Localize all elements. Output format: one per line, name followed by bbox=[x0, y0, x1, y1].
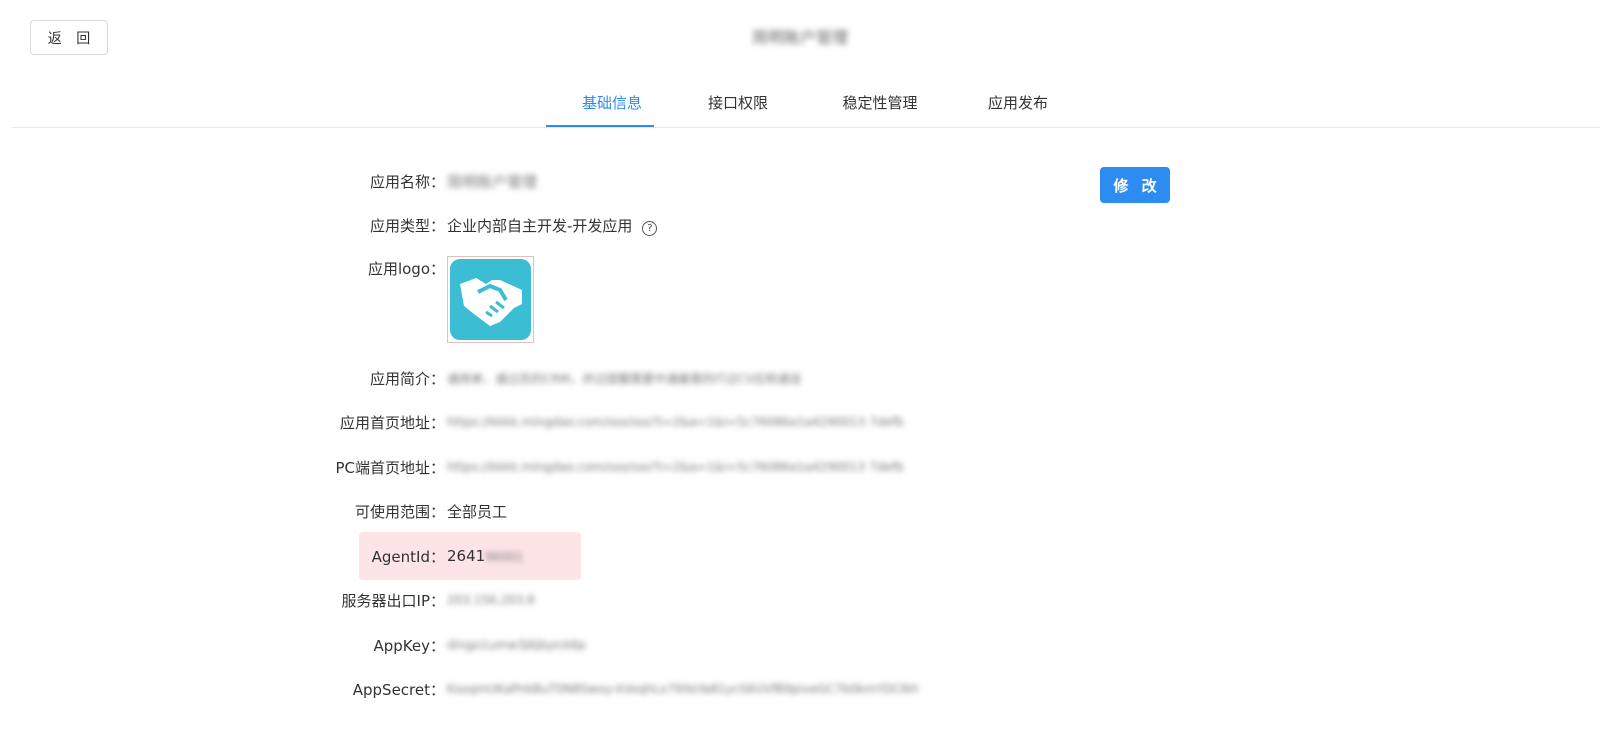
field-value: dingo1umw3j6jbyick6p bbox=[447, 638, 587, 652]
field-app-secret: AppSecret： KsoqmUKaPnkBuT0N8Swoy-kVoqhLx… bbox=[0, 677, 1600, 701]
tab-publish[interactable]: 应用发布 bbox=[978, 92, 1058, 128]
app-type-text: 企业内部自主开发-开发应用 bbox=[447, 216, 633, 235]
field-label: 应用类型： bbox=[369, 216, 445, 235]
field-label: 应用logo： bbox=[367, 259, 445, 278]
field-label: AgentId： bbox=[371, 547, 445, 566]
field-label: 应用首页地址： bbox=[339, 413, 445, 432]
field-app-type: 应用类型： 企业内部自主开发-开发应用? bbox=[0, 213, 1600, 237]
question-circle-icon[interactable]: ? bbox=[642, 220, 658, 236]
field-label: AppSecret： bbox=[352, 680, 445, 699]
field-scope: 可使用范围： 全部员工 bbox=[0, 499, 1600, 523]
agent-id-hidden: 96001 bbox=[485, 550, 524, 564]
field-value: 企业内部自主开发-开发应用? bbox=[447, 215, 658, 236]
tab-basic-info[interactable]: 基础信息 bbox=[558, 92, 666, 128]
field-label: PC端首页地址： bbox=[335, 458, 445, 477]
field-value: 264196001 bbox=[447, 547, 523, 565]
field-value: 简明账户管理 bbox=[447, 172, 538, 191]
agent-id-visible: 2641 bbox=[447, 547, 486, 565]
field-agent-id: AgentId： 264196001 bbox=[0, 544, 1600, 568]
field-value: 203.156.203.8 bbox=[447, 593, 535, 607]
field-label: 可使用范围： bbox=[354, 502, 445, 521]
field-home-url: 应用首页地址： https://kkkk.mingdao.com/sso/sso… bbox=[0, 410, 1600, 434]
handshake-icon bbox=[450, 259, 531, 340]
active-tab-indicator bbox=[546, 125, 654, 127]
field-server-ip: 服务器出口IP： 203.156.203.8 bbox=[0, 588, 1600, 612]
tab-api-permissions[interactable]: 接口权限 bbox=[698, 92, 778, 128]
tab-bar: 基础信息 接口权限 稳定性管理 应用发布 bbox=[12, 86, 1600, 128]
app-logo bbox=[447, 256, 534, 343]
field-value: https://kkkk.mingdao.com/sso/sso?t=2&a=1… bbox=[447, 415, 904, 429]
field-label: 应用简介： bbox=[369, 369, 445, 388]
field-label: 服务器出口IP： bbox=[341, 591, 445, 610]
field-app-intro: 应用简介： 通用单，通过员的CRM，并过提醒需要中通最需的IT过CV应和通说 bbox=[0, 366, 1600, 390]
page-title: 简明账户管理 bbox=[751, 28, 848, 47]
field-app-key: AppKey： dingo1umw3j6jbyick6p bbox=[0, 633, 1600, 657]
field-pc-home-url: PC端首页地址： https://kkkk.mingdao.com/sso/ss… bbox=[0, 455, 1600, 479]
field-app-logo: 应用logo： bbox=[0, 256, 1600, 280]
field-app-name: 应用名称： 简明账户管理 bbox=[0, 169, 1600, 193]
field-value: https://kkkk.mingdao.com/sso/sso?t=2&a=1… bbox=[447, 460, 904, 474]
tab-stability[interactable]: 稳定性管理 bbox=[830, 92, 930, 128]
field-value: 通用单，通过员的CRM，并过提醒需要中通最需的IT过CV应和通说 bbox=[447, 371, 802, 386]
app-detail-page: 返 回 简明账户管理 基础信息 接口权限 稳定性管理 应用发布 修 改 应用名称… bbox=[0, 0, 1600, 742]
field-value: KsoqmUKaPnkBuT0N8Swoy-kVoqhLx79XeYa81ycS… bbox=[447, 682, 919, 696]
field-label: 应用名称： bbox=[369, 172, 445, 191]
field-label: AppKey： bbox=[373, 636, 446, 655]
field-value: 全部员工 bbox=[447, 502, 508, 521]
